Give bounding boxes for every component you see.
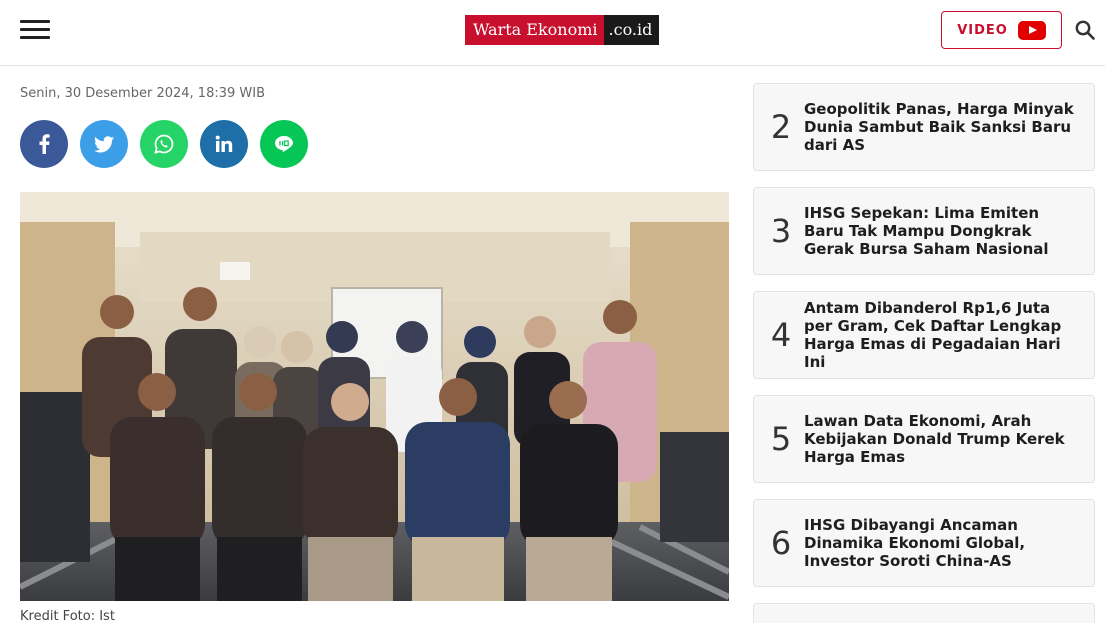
hamburger-menu-icon[interactable]	[20, 20, 50, 40]
article-photo	[20, 192, 729, 601]
sidebar-item-title[interactable]: Lawan Data Ekonomi, Arah Kebijakan Donal…	[804, 412, 1094, 466]
search-icon[interactable]	[1075, 20, 1095, 40]
facebook-icon	[39, 134, 50, 154]
whatsapp-icon	[154, 134, 174, 154]
sidebar-item[interactable]: 4 Antam Dibanderol Rp1,6 Juta per Gram, …	[753, 291, 1095, 379]
twitter-icon	[94, 135, 114, 152]
facebook-share-button[interactable]	[20, 120, 68, 168]
sidebar-item[interactable]: 3 IHSG Sepekan: Lima Emiten Baru Tak Mam…	[753, 187, 1095, 275]
twitter-share-button[interactable]	[80, 120, 128, 168]
video-button-label: VIDEO	[957, 22, 1008, 38]
sidebar-item[interactable]: 6 IHSG Dibayangi Ancaman Dinamika Ekonom…	[753, 499, 1095, 587]
logo-main-text: Warta Ekonomi	[465, 15, 604, 45]
sidebar-item-title[interactable]: Geopolitik Panas, Harga Minyak Dunia Sam…	[804, 100, 1094, 154]
site-header: Warta Ekonomi .co.id VIDEO	[0, 0, 1105, 66]
share-buttons	[20, 120, 308, 168]
sidebar-item-title[interactable]: Antam Dibanderol Rp1,6 Juta per Gram, Ce…	[804, 299, 1094, 371]
site-logo[interactable]: Warta Ekonomi .co.id	[465, 15, 660, 45]
sidebar-item-number: 6	[770, 524, 792, 562]
sidebar-item-partial[interactable]	[753, 603, 1095, 623]
photo-credit: Kredit Foto: Ist	[20, 609, 115, 623]
sidebar-item-title[interactable]: IHSG Sepekan: Lima Emiten Baru Tak Mampu…	[804, 204, 1094, 258]
article-date: Senin, 30 Desember 2024, 18:39 WIB	[20, 86, 266, 101]
whatsapp-share-button[interactable]	[140, 120, 188, 168]
line-share-button[interactable]	[260, 120, 308, 168]
sidebar-item-number: 4	[770, 316, 792, 354]
linkedin-share-button[interactable]	[200, 120, 248, 168]
sidebar-item-number: 5	[770, 420, 792, 458]
video-button[interactable]: VIDEO	[941, 11, 1062, 49]
linkedin-icon	[215, 135, 233, 152]
sidebar-item[interactable]: 5 Lawan Data Ekonomi, Arah Kebijakan Don…	[753, 395, 1095, 483]
sidebar-item-number: 3	[770, 212, 792, 250]
youtube-play-icon	[1017, 20, 1046, 40]
sidebar-item-number: 2	[770, 108, 792, 146]
sidebar-item[interactable]: 2 Geopolitik Panas, Harga Minyak Dunia S…	[753, 83, 1095, 171]
sidebar-item-title[interactable]: IHSG Dibayangi Ancaman Dinamika Ekonomi …	[804, 516, 1094, 570]
line-icon	[275, 136, 293, 152]
logo-suffix-text: .co.id	[603, 15, 660, 45]
